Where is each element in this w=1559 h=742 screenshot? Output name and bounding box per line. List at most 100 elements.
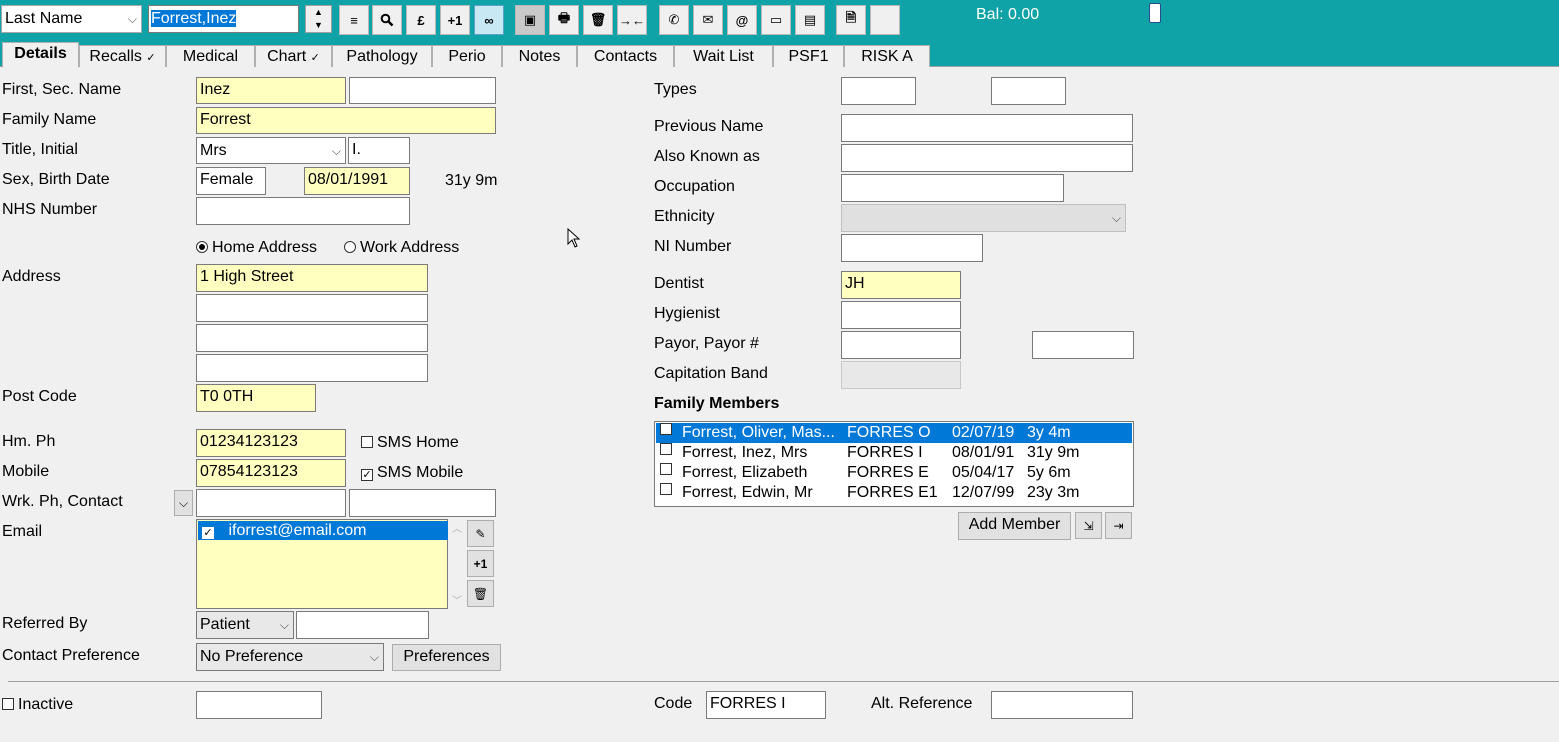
address-line-2[interactable] — [196, 294, 428, 322]
work-phone-input[interactable] — [196, 489, 346, 517]
code-input[interactable]: FORRES I — [706, 691, 826, 719]
hygienist-input[interactable] — [841, 301, 961, 329]
tab-medical[interactable]: Medical — [166, 45, 255, 67]
work-phone-dropdown[interactable]: ⌵ — [174, 490, 193, 516]
family-members-list[interactable]: Forrest, Oliver, Mas... FORRES O 02/07/1… — [654, 421, 1134, 507]
title-select[interactable]: Mrs ⌵ — [196, 137, 346, 164]
second-name-input[interactable] — [349, 77, 496, 104]
work-phone-label: Wrk. Ph, Contact — [2, 493, 123, 510]
home-phone-input[interactable]: 01234123123 — [196, 429, 346, 457]
dentist-label: Dentist — [654, 275, 704, 292]
previous-name-label: Previous Name — [654, 118, 764, 135]
member-code: FORRES O — [847, 424, 931, 441]
ni-number-input[interactable] — [841, 234, 983, 262]
contact-preference-select[interactable]: No Preference ⌵ — [196, 643, 384, 671]
email-list[interactable]: ✓ iforrest@email.com — [196, 519, 448, 609]
export-member-icon[interactable]: ⇥ — [1105, 512, 1132, 539]
delete-icon[interactable]: 🗑 — [583, 5, 613, 35]
family-member-row[interactable]: Forrest, Elizabeth FORRES E 05/04/17 5y … — [656, 463, 1132, 483]
work-contact-input[interactable] — [349, 489, 496, 517]
search-field-select[interactable]: Last Name ⌵ — [1, 5, 142, 33]
previous-name-input[interactable] — [841, 114, 1133, 142]
sms-home-checkbox[interactable]: SMS Home — [361, 433, 459, 453]
payor-input[interactable] — [841, 331, 961, 359]
note-icon[interactable]: ▤ — [795, 5, 825, 35]
initial-input[interactable]: I. — [348, 137, 410, 164]
title-value: Mrs — [200, 142, 227, 159]
email-icon[interactable]: @ — [727, 5, 757, 35]
tab-wait-list[interactable]: Wait List — [674, 45, 773, 67]
family-member-row[interactable]: Forrest, Oliver, Mas... FORRES O 02/07/1… — [656, 423, 1132, 443]
home-address-radio[interactable]: Home Address — [196, 238, 317, 258]
types-input-1[interactable] — [841, 77, 916, 105]
email-row[interactable]: ✓ iforrest@email.com — [198, 521, 448, 540]
referred-by-select[interactable]: Patient ⌵ — [196, 611, 294, 639]
tab-contacts[interactable]: Contacts — [577, 45, 674, 67]
tab-perio[interactable]: Perio — [432, 45, 502, 67]
delete-email-icon[interactable]: 🗑 — [467, 580, 494, 607]
tab-psf1[interactable]: PSF1 — [773, 45, 844, 67]
edit-email-icon[interactable]: ✎ — [467, 520, 494, 547]
first-name-input[interactable]: Inez — [196, 77, 346, 104]
mobile-device-icon[interactable] — [1149, 3, 1161, 23]
tab-risk-a[interactable]: RISK A — [844, 45, 930, 67]
add-member-button[interactable]: Add Member — [958, 512, 1071, 540]
sms-icon[interactable]: ▭ — [761, 5, 791, 35]
family-member-row[interactable]: Forrest, Edwin, Mr FORRES E1 12/07/99 23… — [656, 483, 1132, 503]
also-known-input[interactable] — [841, 144, 1133, 172]
birth-date-input[interactable]: 08/01/1991 — [304, 167, 410, 195]
scroll-down-icon[interactable]: ﹀ — [450, 592, 464, 607]
print-icon[interactable]: 🖶 — [549, 5, 579, 35]
plus-one-button[interactable]: +1 — [440, 5, 470, 35]
address-line-3[interactable] — [196, 324, 428, 352]
address-line-1[interactable]: 1 High Street — [196, 264, 428, 292]
tab-chart[interactable]: Chart ✓ — [255, 45, 332, 67]
family-name-input[interactable]: Forrest — [196, 107, 496, 134]
phone-icon[interactable]: ✆ — [659, 5, 689, 35]
sms-home-label: SMS Home — [377, 434, 459, 451]
import-member-icon[interactable]: ⇲ — [1075, 512, 1102, 539]
letter-icon[interactable]: ✉ — [693, 5, 723, 35]
checkbox-checked-icon[interactable]: ✓ — [202, 527, 214, 539]
scroll-up-icon[interactable]: ︿ — [450, 520, 464, 535]
occupation-input[interactable] — [841, 174, 1064, 202]
sms-mobile-checkbox[interactable]: ✓ SMS Mobile — [361, 463, 463, 483]
pound-icon[interactable]: £ — [406, 5, 436, 35]
spin-down-icon[interactable]: ▼ — [306, 19, 331, 32]
tab-details[interactable]: Details — [2, 42, 79, 68]
tab-recalls[interactable]: Recalls ✓ — [79, 45, 166, 67]
add-email-button[interactable]: +1 — [467, 550, 494, 577]
link-icon[interactable]: ∞ — [474, 5, 504, 35]
family-member-row[interactable]: Forrest, Inez, Mrs FORRES I 08/01/91 31y… — [656, 443, 1132, 463]
address-line-4[interactable] — [196, 354, 428, 382]
inactive-checkbox[interactable]: Inactive — [2, 695, 73, 715]
inactive-date-input[interactable] — [196, 691, 322, 719]
family-members-heading: Family Members — [654, 395, 780, 412]
nhs-number-input[interactable] — [196, 197, 410, 225]
merge-icon[interactable]: →← — [617, 5, 647, 35]
alt-reference-input[interactable] — [991, 691, 1133, 719]
patient-search-input[interactable]: Forrest,Inez — [148, 5, 299, 33]
work-address-radio[interactable]: Work Address — [344, 238, 459, 258]
referred-detail-input[interactable] — [296, 611, 429, 639]
spin-up-icon[interactable]: ▲ — [306, 6, 331, 19]
sex-select[interactable]: Female — [196, 167, 266, 195]
types-input-2[interactable] — [991, 77, 1066, 105]
email-scrollbar[interactable]: ︿ ﹀ — [450, 520, 464, 608]
tab-pathology[interactable]: Pathology — [332, 45, 432, 67]
search-spinner[interactable]: ▲ ▼ — [305, 5, 332, 33]
mobile-label: Mobile — [2, 463, 50, 480]
tab-notes[interactable]: Notes — [502, 45, 577, 67]
preferences-button[interactable]: Preferences — [392, 644, 501, 671]
chevron-down-icon: ⌵ — [1111, 211, 1121, 225]
document-icon[interactable]: 🗎 — [836, 5, 866, 35]
list-icon[interactable]: ≡ — [339, 5, 369, 35]
postcode-input[interactable]: T0 0TH — [196, 384, 316, 412]
payor-number-input[interactable] — [1032, 331, 1134, 359]
mobile-input[interactable]: 07854123123 — [196, 459, 346, 487]
save-icon[interactable]: ▣ — [515, 5, 545, 35]
search-icon[interactable] — [372, 5, 402, 35]
dentist-input[interactable]: JH — [841, 271, 961, 299]
blank-toolbar-button[interactable] — [870, 5, 900, 35]
ethnicity-select[interactable]: ⌵ — [841, 204, 1126, 232]
